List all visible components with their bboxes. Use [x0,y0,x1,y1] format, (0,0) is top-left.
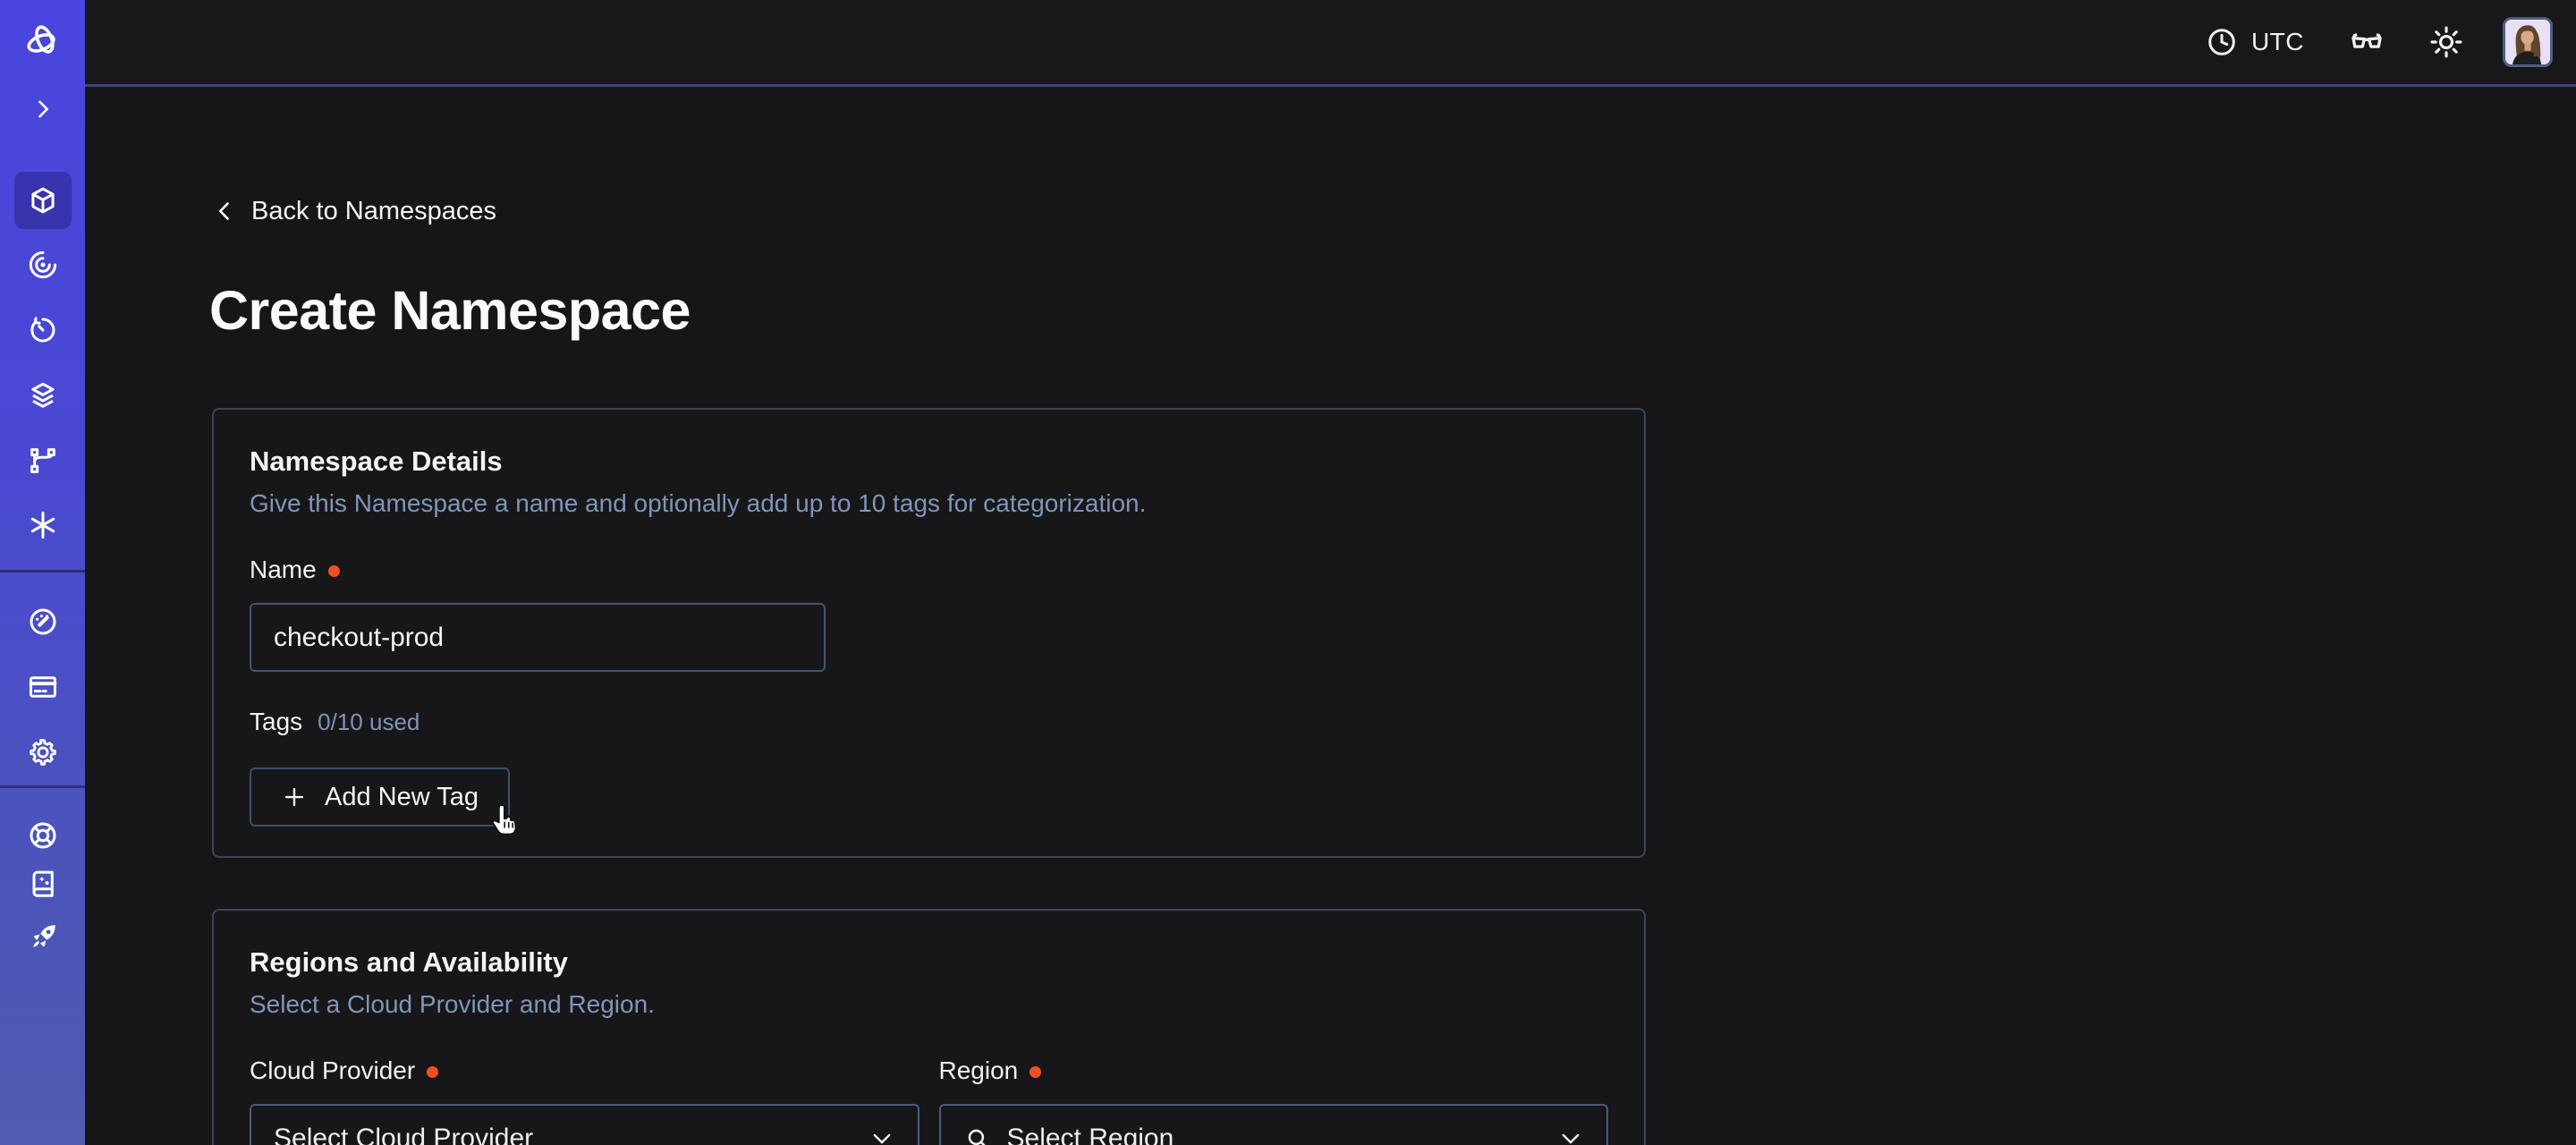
sidebar-item-settings[interactable] [14,724,72,781]
region-label: Region [939,1056,1019,1085]
name-label: Name [250,556,317,584]
provider-region-grid: Cloud Provider Select Cloud Provider Reg… [250,1056,1608,1145]
topbar: UTC [85,0,2576,87]
chevron-left-icon [212,196,237,226]
user-avatar[interactable] [2503,17,2553,67]
glasses-icon [2347,22,2386,62]
add-new-tag-label: Add New Tag [325,783,479,812]
sidebar-item-billing[interactable] [14,658,72,716]
cloud-provider-select[interactable]: Select Cloud Provider [250,1104,919,1145]
sidebar-item-getting-started[interactable] [14,909,72,966]
timezone-label: UTC [2251,28,2304,56]
sun-icon [2428,23,2465,61]
namespace-name-input[interactable] [250,603,826,672]
required-dot [1030,1066,1041,1078]
sidebar-item-asterisk[interactable] [14,496,72,554]
namespace-details-card: Namespace Details Give this Namespace a … [212,408,1646,858]
spiral-target-icon [26,248,60,282]
chevron-down-icon [869,1125,895,1145]
sidebar-divider [0,570,85,572]
plus-icon [281,784,308,810]
asterisk-icon [26,508,60,542]
sidebar-item-retry-clock[interactable] [14,301,72,359]
required-dot [328,565,340,577]
chevron-right-icon [30,97,55,122]
gear-icon [26,735,60,769]
cloud-provider-label-row: Cloud Provider [250,1056,919,1085]
retry-clock-icon [26,313,60,347]
sidebar [0,0,85,1145]
lifebuoy-icon [26,818,60,852]
tags-label: Tags [250,708,302,736]
glasses-button[interactable] [2347,22,2386,62]
sidebar-item-namespaces[interactable] [14,172,72,229]
clock-icon [2205,25,2239,59]
regions-subtitle: Select a Cloud Provider and Region. [250,990,1608,1019]
back-link[interactable]: Back to Namespaces [212,196,496,226]
required-dot [427,1066,438,1078]
regions-card: Regions and Availability Select a Cloud … [212,909,1646,1145]
book-sparkle-icon [26,867,60,901]
sidebar-item-docs[interactable] [14,855,72,912]
git-branch-icon [26,444,60,478]
sidebar-item-gauge[interactable] [14,593,72,650]
region-placeholder: Select Region [1007,1124,1174,1145]
cloud-provider-column: Cloud Provider Select Cloud Provider [250,1056,919,1145]
name-label-row: Name [250,556,1608,584]
sidebar-expand-button[interactable] [14,81,72,138]
gauge-icon [26,605,60,639]
cube-icon [26,183,60,217]
cloud-provider-placeholder: Select Cloud Provider [274,1124,533,1145]
add-new-tag-button[interactable]: Add New Tag [250,768,510,827]
namespace-details-subtitle: Give this Namespace a name and optionall… [250,489,1608,518]
sidebar-item-layers[interactable] [14,367,72,424]
rocket-icon [26,920,60,954]
theme-toggle-button[interactable] [2428,23,2465,61]
cloud-provider-label: Cloud Provider [250,1056,415,1085]
tags-usage-count: 0/10 used [318,708,419,736]
sidebar-item-spiral[interactable] [14,236,72,293]
regions-title: Regions and Availability [250,946,1608,979]
sidebar-item-branch[interactable] [14,432,72,489]
search-icon [963,1124,992,1145]
region-select[interactable]: Select Region [939,1104,1609,1145]
namespace-details-title: Namespace Details [250,445,1608,478]
temporal-logo[interactable] [14,13,72,70]
page-title: Create Namespace [209,279,691,342]
layers-icon [26,378,60,412]
tags-label-row: Tags 0/10 used [250,708,1608,736]
region-column: Region Select Region [939,1056,1609,1145]
region-label-row: Region [939,1056,1609,1085]
credit-card-icon [26,670,60,704]
timezone-selector[interactable]: UTC [2205,25,2304,59]
back-link-label: Back to Namespaces [251,197,496,226]
sidebar-divider [0,785,85,788]
topbar-actions: UTC [2205,0,2553,84]
chevron-down-icon [1557,1125,1584,1145]
